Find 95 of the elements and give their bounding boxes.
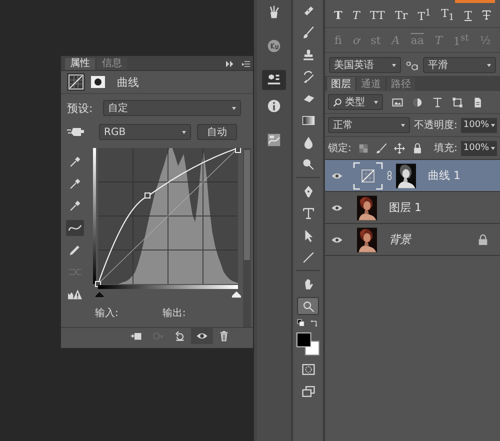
- image-filter-icon[interactable]: [392, 96, 403, 108]
- color-swatch[interactable]: [455, 0, 496, 3]
- curve-tool[interactable]: [66, 220, 84, 236]
- menu-icon[interactable]: [242, 60, 250, 68]
- output-label: 输出:: [162, 306, 186, 320]
- preset-label: 预设:: [67, 100, 94, 116]
- text-style-button[interactable]: TT: [370, 8, 385, 22]
- preset-select[interactable]: 自定: [103, 100, 241, 116]
- eyedropper-icon: [68, 177, 82, 191]
- panel-tab[interactable]: 图层: [327, 77, 355, 91]
- dodge-icon: [302, 158, 314, 170]
- zoom-icon: [302, 300, 314, 312]
- swap-colors-icon[interactable]: [310, 319, 319, 328]
- input-label: 输入:: [95, 306, 118, 320]
- search-icon: [333, 98, 342, 106]
- strikethrough-icon[interactable]: [482, 10, 491, 20]
- visibility-button[interactable]: [191, 328, 213, 344]
- visibility-icon[interactable]: [331, 236, 343, 244]
- lock-label: 锁定:: [328, 142, 352, 155]
- cube-icon: [267, 73, 281, 87]
- channel-select[interactable]: RGB: [99, 124, 191, 140]
- bandage-icon: [302, 4, 314, 16]
- language-select[interactable]: 美国英语: [329, 57, 401, 73]
- pencil-icon: [68, 243, 82, 257]
- text-style-button[interactable]: Tr: [395, 8, 408, 22]
- text-style-button[interactable]: T$^{1}$: [418, 7, 431, 23]
- visibility-icon[interactable]: [331, 204, 343, 212]
- slider-handle[interactable]: [232, 291, 241, 298]
- layer-name: 背景: [389, 232, 411, 247]
- clip-icon: [130, 330, 142, 342]
- panel-tab[interactable]: 信息: [97, 58, 127, 70]
- brush-icon: [302, 26, 314, 38]
- default-colors-icon[interactable]: [297, 319, 306, 328]
- curves-graph-drawing[interactable]: [93, 148, 241, 290]
- history-brush-icon: [302, 70, 314, 82]
- adjustment-filter-icon[interactable]: [412, 96, 423, 108]
- antialias-select[interactable]: 平滑: [423, 57, 496, 73]
- layer-row[interactable]: 曲线 1: [325, 160, 500, 192]
- color-swatches-icon[interactable]: [296, 332, 320, 356]
- filter-select[interactable]: 类型: [328, 94, 383, 110]
- layer-name: 图层 1: [389, 200, 422, 215]
- quick-mask-icon: [302, 362, 314, 376]
- cube-panel-button[interactable]: [262, 70, 286, 90]
- trash-icon: [218, 330, 230, 342]
- type-icon: [302, 206, 314, 220]
- opacity-label: 不透明度:: [414, 118, 458, 132]
- slider-handle[interactable]: [95, 291, 104, 298]
- blend-mode-select[interactable]: 正常: [328, 117, 410, 133]
- line-icon: [302, 250, 314, 264]
- layer-row[interactable]: 背景: [325, 224, 500, 256]
- panel-tab[interactable]: 属性: [65, 58, 95, 70]
- pen-icon: [302, 184, 314, 198]
- ku-icon: [267, 39, 281, 53]
- text-style-button[interactable]: T$_{1}$: [441, 6, 454, 24]
- text-style-button[interactable]: T: [464, 8, 472, 22]
- stamp-icon: [302, 48, 314, 60]
- eyedropper-icon: [68, 155, 82, 169]
- panel-title: 曲线: [117, 74, 139, 90]
- panel-tab[interactable]: 路径: [387, 77, 415, 91]
- mask-icon[interactable]: [89, 73, 107, 91]
- curves-adjustment-icon: [353, 162, 383, 190]
- layer-name: 曲线 1: [428, 168, 460, 183]
- move-icon[interactable]: [394, 142, 406, 154]
- warning-icon: [68, 287, 82, 301]
- layer-row[interactable]: 图层 1: [325, 192, 500, 224]
- target-hand-icon[interactable]: [67, 125, 85, 139]
- visibility-icon[interactable]: [331, 172, 343, 180]
- drop-icon: [302, 136, 314, 148]
- brush-cup-icon: [267, 5, 281, 19]
- shape-filter-icon[interactable]: [452, 96, 463, 108]
- zoom-tool[interactable]: [297, 297, 319, 315]
- lock-icon[interactable]: [412, 142, 424, 154]
- smart-object-filter-icon[interactable]: [472, 96, 483, 108]
- brush-icon[interactable]: [376, 142, 388, 154]
- reset-icon: [174, 330, 186, 342]
- info-icon: [267, 99, 281, 113]
- scrollbar[interactable]: [243, 148, 251, 327]
- eye-cycle-icon: [152, 330, 164, 342]
- text-style-button[interactable]: T: [352, 8, 360, 22]
- fill-field[interactable]: 100%: [461, 140, 498, 156]
- curves-adjustment-icon[interactable]: [67, 73, 85, 91]
- antialias-icon: [405, 60, 419, 70]
- ribbon-icon: [267, 133, 281, 147]
- link-icon[interactable]: [387, 170, 392, 181]
- text-style-button[interactable]: T: [334, 8, 342, 22]
- collapse-icon[interactable]: [226, 60, 234, 68]
- gradient-icon: [302, 114, 314, 126]
- fill-label: 填充:: [434, 142, 458, 155]
- auto-button[interactable]: 自动: [197, 124, 237, 140]
- type-filter-icon[interactable]: [432, 96, 443, 108]
- checker-icon[interactable]: [358, 142, 370, 154]
- panel-tab[interactable]: 通道: [357, 77, 385, 91]
- eyedropper-icon: [68, 199, 82, 213]
- screen-mode-icon: [302, 384, 314, 398]
- opacity-field[interactable]: 100%: [461, 118, 498, 132]
